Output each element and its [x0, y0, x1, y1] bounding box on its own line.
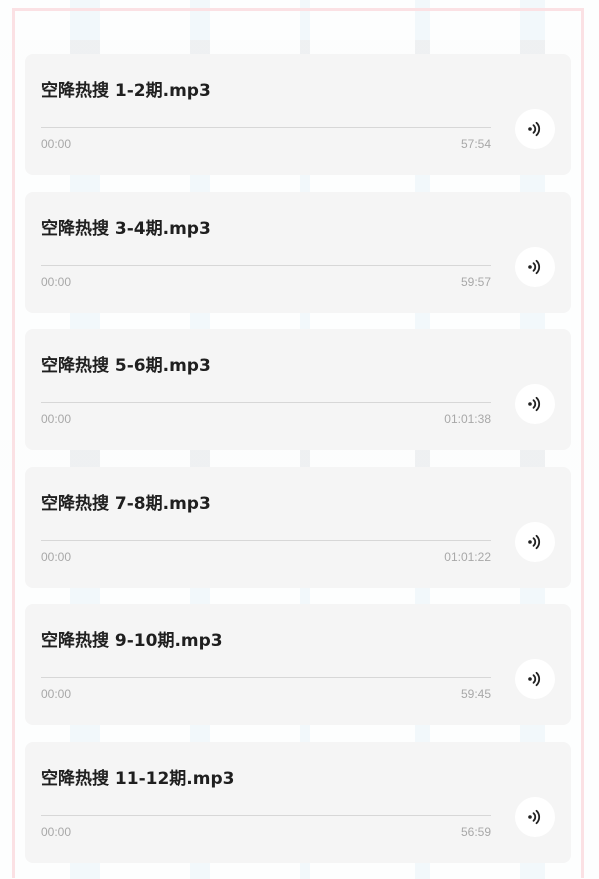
audio-card: 空降热搜 11-12期.mp3 00:00 56:59	[25, 741, 571, 863]
play-button[interactable]	[515, 521, 555, 562]
total-duration: 59:45	[460, 687, 491, 701]
progress-bar[interactable]	[41, 264, 491, 266]
progress-bar[interactable]	[41, 127, 491, 128]
audio-card: 空降热搜 3-4期.mp3 00:00 59:57	[25, 191, 571, 313]
play-button[interactable]	[515, 384, 555, 424]
sound-wave-icon	[528, 809, 541, 824]
current-time: 00:00	[41, 824, 72, 839]
sound-wave-icon	[528, 396, 541, 412]
total-duration: 01:01:22	[444, 549, 491, 564]
audio-title: 空降热搜 3-4期.mp3	[41, 218, 211, 239]
audio-title: 空降热搜 1-2期.mp3	[41, 81, 211, 101]
progress-bar[interactable]	[41, 402, 491, 403]
play-button[interactable]	[515, 246, 555, 287]
progress-bar[interactable]	[41, 677, 491, 678]
audio-list: 空降热搜 1-2期.mp3 00:00 57:54 空降热搜 3-4期.mp3 …	[25, 54, 571, 879]
current-time: 00:00	[41, 274, 72, 289]
sound-wave-icon	[528, 259, 541, 274]
play-button[interactable]	[515, 109, 555, 149]
current-time: 00:00	[41, 137, 72, 151]
sound-wave-icon	[528, 671, 541, 687]
audio-card: 空降热搜 7-8期.mp3 00:00 01:01:22	[25, 466, 571, 588]
audio-card: 空降热搜 1-2期.mp3 00:00 57:54	[25, 54, 571, 175]
play-button[interactable]	[515, 796, 555, 837]
total-duration: 01:01:38	[444, 412, 491, 426]
progress-bar[interactable]	[41, 539, 491, 541]
audio-card: 空降热搜 5-6期.mp3 00:00 01:01:38	[25, 329, 571, 450]
sound-wave-icon	[528, 534, 541, 549]
total-duration: 59:57	[460, 274, 491, 289]
progress-bar[interactable]	[41, 814, 491, 816]
audio-title: 空降热搜 11-12期.mp3	[41, 768, 235, 789]
audio-title: 空降热搜 7-8期.mp3	[41, 493, 211, 514]
audio-card: 空降热搜 9-10期.mp3 00:00 59:45	[25, 604, 571, 725]
audio-title: 空降热搜 5-6期.mp3	[41, 356, 211, 376]
total-duration: 57:54	[460, 137, 491, 151]
current-time: 00:00	[41, 549, 72, 564]
total-duration: 56:59	[460, 824, 491, 839]
play-button[interactable]	[515, 659, 555, 699]
current-time: 00:00	[41, 412, 72, 426]
audio-title: 空降热搜 9-10期.mp3	[41, 631, 223, 651]
current-time: 00:00	[41, 687, 72, 701]
sound-wave-icon	[528, 121, 541, 137]
